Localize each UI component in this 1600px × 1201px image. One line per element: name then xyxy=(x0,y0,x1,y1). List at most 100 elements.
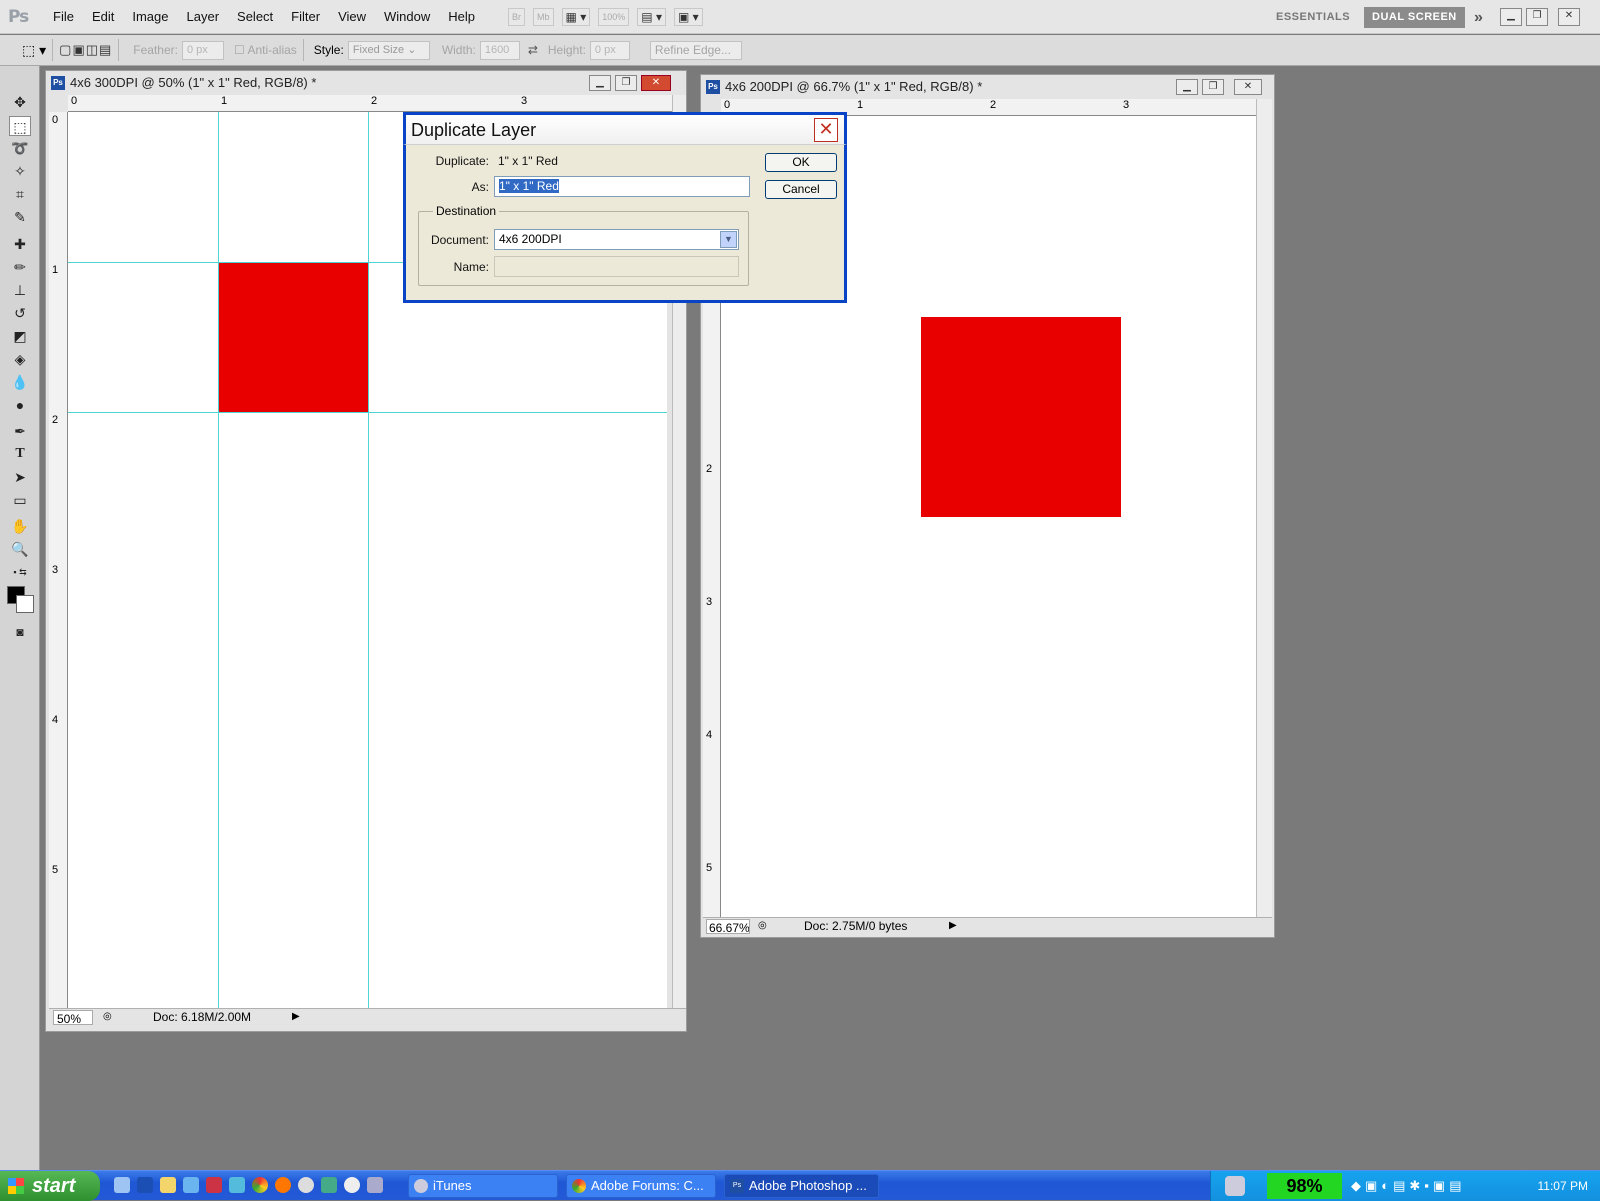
type-tool-icon[interactable]: T xyxy=(9,444,31,464)
menu-help[interactable]: Help xyxy=(439,0,484,34)
doc2-status-menu-arrow-icon[interactable]: ▶ xyxy=(949,918,957,934)
menu-filter[interactable]: Filter xyxy=(282,0,329,34)
doc1-restore-icon[interactable]: ❐ xyxy=(615,75,637,91)
selection-mode-icons[interactable]: ▢▣◫▤ xyxy=(59,42,112,58)
workspace-dual-screen[interactable]: DUAL SCREEN xyxy=(1364,7,1465,28)
zoom-level-dropdown[interactable]: 100% xyxy=(598,7,630,26)
style-value: Fixed Size xyxy=(352,43,405,56)
doc1-status-options-icon[interactable]: ◎ xyxy=(103,1009,112,1025)
menu-edit[interactable]: Edit xyxy=(83,0,123,34)
folder-quicklaunch-icon[interactable] xyxy=(160,1177,176,1193)
doc2-status-options-icon[interactable]: ◎ xyxy=(758,918,767,934)
screen-mode-button[interactable]: ▣ ▾ xyxy=(673,7,703,26)
crop-tool-icon[interactable]: ⌗ xyxy=(9,184,31,204)
lasso-tool-icon[interactable]: ➰ xyxy=(9,138,31,158)
app-quicklaunch-icon[interactable] xyxy=(344,1177,360,1193)
style-dropdown[interactable]: Fixed Size ⌄ xyxy=(347,40,430,60)
doc2-title-bar[interactable]: Ps 4x6 200DPI @ 66.7% (1" x 1" Red, RGB/… xyxy=(701,75,1274,99)
cancel-button[interactable]: Cancel xyxy=(765,180,837,199)
history-brush-icon[interactable]: ↺ xyxy=(9,303,31,323)
menu-window[interactable]: Window xyxy=(375,0,439,34)
doc2-restore-icon[interactable]: ❐ xyxy=(1202,79,1224,95)
app-quicklaunch-icon[interactable] xyxy=(206,1177,222,1193)
height-input[interactable]: 0 px xyxy=(589,40,630,60)
menu-select[interactable]: Select xyxy=(228,0,282,34)
red-square-layer xyxy=(921,317,1121,517)
app-quicklaunch-icon[interactable] xyxy=(229,1177,245,1193)
magic-wand-icon[interactable]: ✧ xyxy=(9,161,31,181)
chevron-down-icon[interactable]: ▼ xyxy=(720,231,737,248)
ruler-label: 0 xyxy=(52,114,59,126)
firefox-quicklaunch-icon[interactable] xyxy=(275,1177,291,1193)
doc1-close-icon[interactable]: ✕ xyxy=(641,75,671,91)
doc1-zoom-field[interactable]: 50% xyxy=(53,1010,93,1026)
app-quicklaunch-icon[interactable] xyxy=(298,1177,314,1193)
brush-tool-icon[interactable]: ✏ xyxy=(9,257,31,277)
marquee-tool-preset-icon[interactable]: ⬚ ▾ xyxy=(22,42,46,59)
more-workspaces-icon[interactable]: » xyxy=(1466,7,1491,28)
menu-file[interactable]: File xyxy=(44,0,83,34)
swap-icon[interactable]: ⇄ xyxy=(528,43,538,57)
view-extras-button[interactable]: ▦ ▾ xyxy=(561,7,591,26)
app-quicklaunch-icon[interactable] xyxy=(321,1177,337,1193)
marquee-tool-icon[interactable]: ⬚ xyxy=(9,116,31,136)
hand-tool-icon[interactable]: ✋ xyxy=(9,516,31,536)
clock[interactable]: 11:07 PM xyxy=(1538,1171,1588,1201)
zoom-tool-icon[interactable]: 🔍 xyxy=(9,539,31,559)
paint-bucket-icon[interactable]: ◈ xyxy=(9,349,31,369)
antialias-checkbox[interactable]: ☐ Anti-alias xyxy=(234,43,297,57)
taskbar-item-adobe-forums[interactable]: Adobe Forums: C... xyxy=(566,1174,716,1198)
pen-tool-icon[interactable]: ✒ xyxy=(9,421,31,441)
move-tool-icon[interactable]: ✥ xyxy=(9,92,31,112)
doc1-vertical-ruler: 0 1 2 3 4 5 xyxy=(49,112,68,1008)
app-close-icon[interactable]: ✕ xyxy=(1558,8,1580,26)
quick-mask-icon[interactable]: ◙ xyxy=(9,622,31,642)
doc2-minimize-icon[interactable]: ▁ xyxy=(1176,79,1198,95)
rectangle-shape-icon[interactable]: ▭ xyxy=(9,490,31,510)
as-input[interactable]: 1" x 1" Red xyxy=(494,176,750,197)
path-selection-icon[interactable]: ➤ xyxy=(9,467,31,487)
notification-icon[interactable] xyxy=(1225,1176,1245,1196)
doc1-minimize-icon[interactable]: ▁ xyxy=(589,75,611,91)
dialog-title-bar[interactable]: Duplicate Layer ✕ xyxy=(403,112,847,145)
app-minimize-icon[interactable]: ▁ xyxy=(1500,8,1522,26)
ie-quicklaunch-icon[interactable] xyxy=(114,1177,130,1193)
doc1-title-bar[interactable]: Ps 4x6 300DPI @ 50% (1" x 1" Red, RGB/8)… xyxy=(46,71,686,95)
menu-image[interactable]: Image xyxy=(123,0,177,34)
app-quicklaunch-icon[interactable] xyxy=(367,1177,383,1193)
eraser-icon[interactable]: ◩ xyxy=(9,326,31,346)
taskbar-item-itunes[interactable]: iTunes xyxy=(408,1174,558,1198)
workspace-essentials[interactable]: ESSENTIALS xyxy=(1268,7,1358,28)
refine-edge-button[interactable]: Refine Edge... xyxy=(649,40,742,60)
arrange-documents-button[interactable]: ▤ ▾ xyxy=(637,7,666,26)
clone-stamp-icon[interactable]: ⊥ xyxy=(9,280,31,300)
chrome-quicklaunch-icon[interactable] xyxy=(252,1177,268,1193)
healing-brush-icon[interactable]: ✚ xyxy=(9,234,31,254)
start-button[interactable]: start xyxy=(0,1171,100,1201)
minibridge-button[interactable]: Mb xyxy=(533,7,554,26)
default-colors-icon[interactable]: ▪ ⇆ xyxy=(4,562,36,582)
app-quicklaunch-icon[interactable] xyxy=(183,1177,199,1193)
blur-tool-icon[interactable]: 💧 xyxy=(9,372,31,392)
menu-layer[interactable]: Layer xyxy=(178,0,229,34)
doc2-zoom-field[interactable]: 66.67% xyxy=(706,919,750,934)
doc2-close-icon[interactable]: ✕ xyxy=(1234,79,1262,95)
tray-icons[interactable]: ◆▣◐▤✱▪▣▤ xyxy=(1351,1178,1465,1194)
battery-indicator[interactable]: 98% xyxy=(1267,1173,1342,1199)
doc2-vertical-scrollbar[interactable] xyxy=(1256,99,1272,917)
menu-view[interactable]: View xyxy=(329,0,375,34)
taskbar-item-photoshop[interactable]: Ps Adobe Photoshop ... xyxy=(724,1174,879,1198)
app-restore-icon[interactable]: ❐ xyxy=(1526,8,1548,26)
name-input[interactable] xyxy=(494,256,739,277)
width-input[interactable]: 1600 xyxy=(479,40,520,60)
dialog-close-icon[interactable]: ✕ xyxy=(814,118,838,142)
feather-input[interactable]: 0 px xyxy=(182,40,224,60)
bluetooth-quicklaunch-icon[interactable] xyxy=(137,1177,153,1193)
dodge-tool-icon[interactable]: ● xyxy=(9,395,31,415)
bridge-button[interactable]: Br xyxy=(508,7,526,26)
doc1-status-menu-arrow-icon[interactable]: ▶ xyxy=(292,1009,300,1025)
eyedropper-icon[interactable]: ✎ xyxy=(9,207,31,227)
background-color-swatch[interactable] xyxy=(16,595,34,613)
ok-button[interactable]: OK xyxy=(765,153,837,172)
document-dropdown[interactable]: 4x6 200DPI ▼ xyxy=(494,229,739,250)
